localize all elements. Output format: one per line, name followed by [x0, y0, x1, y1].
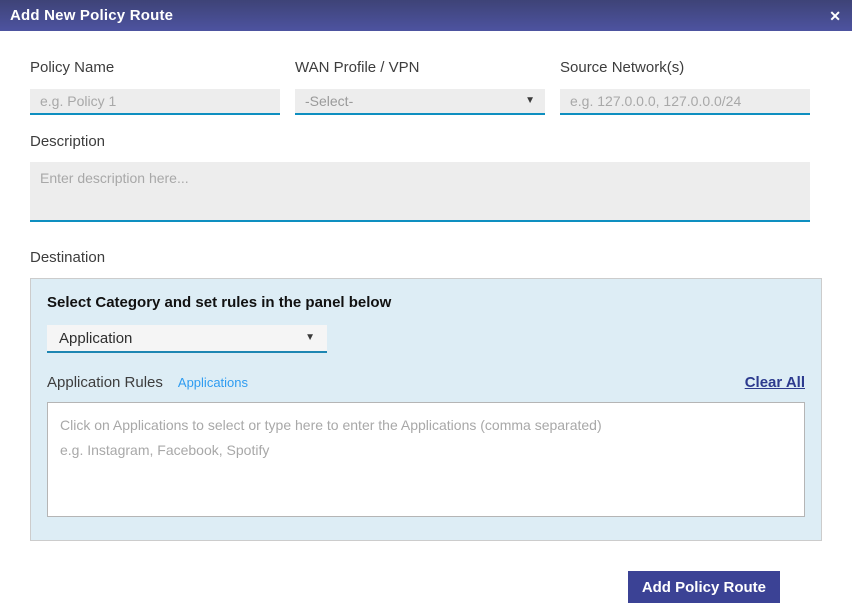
form-row-top: Policy Name WAN Profile / VPN -Select- ▼…: [30, 59, 810, 115]
clear-all-link[interactable]: Clear All: [745, 374, 805, 391]
source-networks-input[interactable]: [560, 89, 810, 115]
destination-panel: Select Category and set rules in the pan…: [30, 278, 822, 541]
wan-profile-selected-value: -Select-: [305, 93, 354, 109]
category-selected-value: Application: [59, 329, 133, 347]
policy-name-input[interactable]: [30, 89, 280, 115]
destination-section-label: Destination: [30, 249, 106, 266]
rules-placeholder-line1: Click on Applications to select or type …: [60, 417, 602, 433]
wan-profile-field-group: WAN Profile / VPN -Select- ▼: [295, 59, 545, 115]
dialog-header: Add New Policy Route ✕: [0, 0, 852, 31]
application-rules-header-row: Application Rules Applications Clear All: [47, 374, 805, 391]
chevron-down-icon: ▼: [305, 332, 315, 343]
description-field-group: Description: [30, 133, 810, 222]
application-rules-label: Application Rules: [47, 374, 163, 391]
add-policy-route-button[interactable]: Add Policy Route: [627, 571, 780, 603]
close-icon[interactable]: ✕: [829, 9, 841, 23]
add-policy-route-dialog: Add New Policy Route ✕ Policy Name WAN P…: [0, 0, 852, 603]
wan-profile-label: WAN Profile / VPN: [295, 59, 420, 76]
policy-name-field-group: Policy Name: [30, 59, 280, 115]
policy-name-label: Policy Name: [30, 59, 115, 76]
category-panel-heading: Select Category and set rules in the pan…: [47, 294, 392, 311]
dialog-footer: Add Policy Route: [30, 571, 780, 603]
chevron-down-icon: ▼: [525, 95, 535, 106]
rules-placeholder-line2: e.g. Instagram, Facebook, Spotify: [60, 442, 270, 458]
source-networks-field-group: Source Network(s): [560, 59, 810, 115]
dialog-title: Add New Policy Route: [10, 7, 174, 24]
category-select[interactable]: Application ▼: [47, 325, 327, 353]
applications-link[interactable]: Applications: [178, 375, 248, 390]
source-networks-label: Source Network(s): [560, 59, 685, 76]
description-label: Description: [30, 133, 106, 150]
description-textarea[interactable]: [30, 162, 810, 222]
wan-profile-select[interactable]: -Select- ▼: [295, 89, 545, 115]
application-rules-input[interactable]: Click on Applications to select or type …: [47, 402, 805, 517]
dialog-body: Policy Name WAN Profile / VPN -Select- ▼…: [0, 59, 852, 603]
